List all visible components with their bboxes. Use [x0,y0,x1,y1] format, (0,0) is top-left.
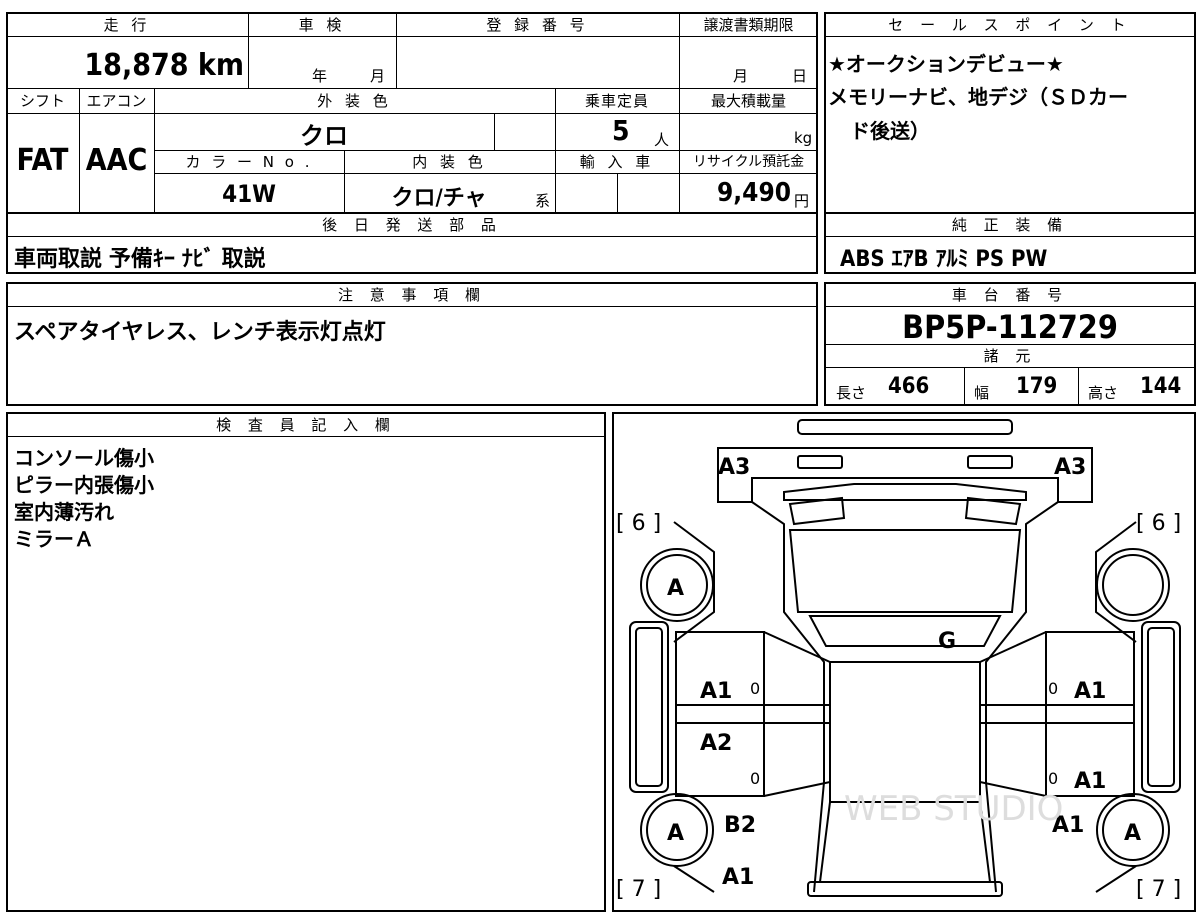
height-label: 高さ [1088,384,1119,402]
mark-7-left: [ 7 ] [616,877,661,900]
later-parts-header: 後 日 発 送 部 品 [8,214,816,237]
capacity-unit: 人 [654,131,670,149]
notes-box: 注 意 事 項 欄 スペアタイヤレス、レンチ表示灯点灯 [6,282,818,406]
mark-a3-left: A3 [718,455,750,480]
zero-mark-2: 0 [1048,679,1058,698]
mark-a-left-front-wheel: A [667,821,684,846]
mileage-value: 18,878 km [84,48,244,83]
transfer-deadline-header: 譲渡書類期限 [703,16,794,34]
notes-header: 注 意 事 項 欄 [8,284,816,307]
mark-a2-left-front-door: A2 [700,731,732,756]
recycle-fee-value: 9,490 [717,178,791,208]
mark-a3-right: A3 [1054,455,1086,480]
aircon-header: エアコン [86,92,147,110]
sales-points-header: セ ー ル ス ポ イ ン ト [826,14,1194,37]
mark-a1-right-front-door: A1 [1074,769,1106,794]
sales-point-line-3: ド後送） [850,119,930,143]
mark-6-right: [ 6 ] [1136,511,1181,536]
mark-7-right: [ 7 ] [1136,877,1181,900]
mark-a-left-rear-wheel: A [667,576,684,601]
sales-point-line-2: メモリーナビ、地デジ（ＳＤカー [828,85,1128,109]
mark-b2-left-fender: B2 [724,813,756,838]
inspector-line-1: コンソール傷小 [14,446,154,470]
max-load-header: 最大積載量 [710,92,786,110]
max-load-unit: kg [794,129,813,147]
inspector-line-2: ピラー内張傷小 [14,473,154,497]
zero-mark-4: 0 [1048,769,1058,788]
inspection-header: 車 検 [298,16,346,34]
width-label: 幅 [974,384,990,402]
watermark: WEB STUDIO [844,789,1063,829]
spec-header: 諸 元 [826,345,1194,368]
aircon-value: AAC [85,143,148,178]
inspector-line-4: ミラーＡ [14,527,94,551]
inspector-header: 検 査 員 記 入 欄 [8,414,604,437]
exterior-color-value: クロ [300,122,348,150]
transfer-month-unit: 月 [733,67,749,85]
sales-point-line-1: ★オークションデビュー★ [828,52,1064,76]
capacity-value: 5 [612,114,630,147]
standard-equipment-box: 純 正 装 備 ABS ｴｱB ｱﾙﾐ PS PW [824,212,1196,274]
car-damage-diagram: A3 A3 [ 6 ] [ 6 ] A G A1 A1 A2 A1 A B2 A… [616,419,1181,900]
capacity-header: 乗車定員 [584,92,649,110]
notes-value: スペアタイヤレス、レンチ表示灯点灯 [14,320,386,345]
inspector-line-3: 室内薄汚れ [14,500,114,524]
later-parts-box: 後 日 発 送 部 品 車両取説 予備ｷｰ ﾅﾋﾞ 取説 [6,212,818,274]
recycle-fee-unit: 円 [794,192,810,210]
mark-a1-right-rear-door: A1 [1074,679,1106,704]
shift-value: FAT [16,143,69,178]
inspection-month-unit: 月 [370,67,386,85]
mileage-header: 走 行 [103,16,151,34]
interior-color-suffix: 系 [535,192,551,210]
imported-header: 輸 入 車 [579,153,655,171]
shift-header: シフト [19,92,65,110]
sales-points-box: セ ー ル ス ポ イ ン ト ★オークションデビュー★ メモリーナビ、地デジ（… [824,12,1196,214]
inspection-year-unit: 年 [312,67,328,85]
mark-a1-left-front: A1 [722,865,754,890]
transfer-day-unit: 日 [792,67,808,85]
mark-a1-left-rear-door: A1 [700,679,732,704]
chassis-box: 車 台 番 号 BP5P-112729 諸 元 長さ 466 幅 179 高さ … [824,282,1196,406]
width-value: 179 [1016,374,1058,399]
zero-mark-1: 0 [750,679,760,698]
length-label: 長さ [836,384,867,402]
registration-header: 登 録 番 号 [486,16,589,34]
recycle-fee-header: リサイクル預託金 [692,154,805,170]
chassis-header: 車 台 番 号 [826,284,1194,307]
mark-a-right-front-wheel: A [1124,821,1141,846]
inspector-box: 検 査 員 記 入 欄 コンソール傷小 ピラー内張傷小 室内薄汚れ ミラーＡ [6,412,606,912]
standard-equipment-value: ABS ｴｱB ｱﾙﾐ PS PW [840,247,1048,272]
height-value: 144 [1140,374,1182,399]
later-parts-value: 車両取説 予備ｷｰ ﾅﾋﾞ 取説 [14,247,266,272]
interior-color-value: クロ/チャ [391,186,487,211]
interior-color-header: 内 装 色 [412,153,487,171]
mark-g-windshield: G [938,629,956,654]
color-no-value: 41W [222,180,276,208]
mark-6-left: [ 6 ] [616,511,661,536]
standard-equipment-header: 純 正 装 備 [826,214,1194,237]
zero-mark-3: 0 [750,769,760,788]
exterior-color-header: 外 装 色 [317,92,392,110]
chassis-number: BP5P-112729 [902,308,1118,346]
length-value: 466 [888,374,930,399]
color-no-header: カ ラ ー N o . [185,153,313,171]
